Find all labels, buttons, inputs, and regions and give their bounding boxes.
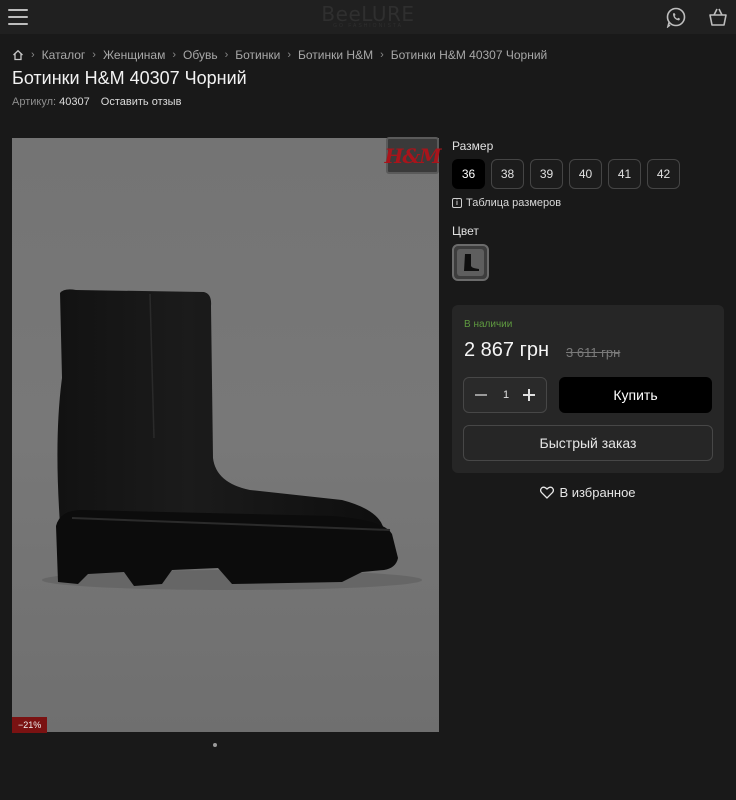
size-option-39[interactable]: 39 [530, 159, 563, 189]
color-swatch-black[interactable] [452, 244, 489, 281]
breadcrumb-item-shoes[interactable]: Обувь [183, 48, 218, 62]
top-header: BeeLURE GO FASHIONISTA [0, 0, 736, 34]
product-image[interactable] [12, 138, 439, 732]
buy-button[interactable]: Купить [559, 377, 712, 413]
product-meta: Артикул: 40307 Оставить отзыв [12, 96, 181, 108]
chevron-right-icon: › [287, 49, 292, 61]
chevron-right-icon: › [31, 49, 35, 61]
breadcrumb-item-current: Ботинки H&M 40307 Чорний [390, 48, 548, 62]
size-option-36[interactable]: 36 [452, 159, 485, 189]
breadcrumb: › Каталог › Женщинам › Обувь › Ботинки ›… [12, 47, 547, 63]
size-label: Размер [452, 139, 494, 153]
breadcrumb-item-women[interactable]: Женщинам [103, 48, 165, 62]
page-title: Ботинки H&M 40307 Чорний [12, 68, 247, 88]
quantity-stepper: 1 [463, 377, 547, 413]
purchase-panel: В наличии 2 867 грн 3 611 грн 1 Купить Б… [452, 305, 724, 473]
plus-icon[interactable] [520, 386, 538, 404]
home-icon[interactable] [12, 49, 24, 61]
boot-thumbnail-icon [464, 254, 479, 271]
size-table-label: Таблица размеров [466, 197, 562, 209]
phone-chat-icon[interactable] [665, 6, 687, 28]
brand-badge[interactable]: H&M [384, 137, 442, 174]
leave-review-link[interactable]: Оставить отзыв [101, 96, 182, 108]
info-icon: i [452, 198, 462, 208]
breadcrumb-item-hm-boots[interactable]: Ботинки H&M [298, 48, 373, 62]
discount-badge: −21% [12, 717, 48, 733]
article-label: Артикул: [12, 96, 57, 108]
chevron-right-icon: › [224, 49, 229, 61]
stock-status: В наличии [464, 319, 513, 330]
size-option-38[interactable]: 38 [491, 159, 524, 189]
size-option-41[interactable]: 41 [608, 159, 641, 189]
favorites-label: В избранное [559, 484, 636, 500]
quick-order-button[interactable]: Быстрый заказ [463, 425, 713, 461]
cart-icon[interactable] [707, 6, 729, 28]
breadcrumb-item-catalog[interactable]: Каталог [42, 48, 86, 62]
heart-icon [540, 486, 555, 499]
chevron-right-icon: › [172, 49, 177, 61]
color-label: Цвет [452, 224, 479, 238]
size-option-42[interactable]: 42 [647, 159, 680, 189]
boot-illustration [42, 289, 422, 590]
gallery-dot[interactable] [213, 743, 217, 747]
boot-thumbnail [457, 249, 484, 276]
add-to-favorites-button[interactable]: В избранное [452, 482, 724, 502]
brand-badge-text: H&M [384, 143, 441, 168]
size-table-link[interactable]: i Таблица размеров [452, 197, 561, 209]
chevron-right-icon: › [92, 49, 96, 61]
site-logo-tagline: GO FASHIONISTA [333, 23, 403, 29]
size-option-40[interactable]: 40 [569, 159, 602, 189]
article-value: 40307 [59, 96, 90, 108]
size-options: 36 38 39 40 41 42 [452, 159, 680, 189]
current-price: 2 867 грн [464, 339, 550, 361]
chevron-right-icon: › [380, 49, 384, 61]
old-price: 3 611 грн [566, 345, 621, 360]
breadcrumb-item-boots[interactable]: Ботинки [235, 48, 280, 62]
